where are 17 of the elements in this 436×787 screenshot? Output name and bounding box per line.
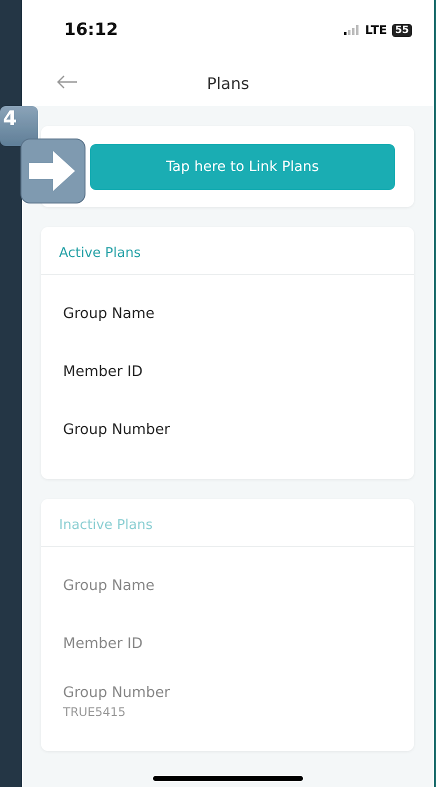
field-value: TRUE5415 (63, 705, 127, 719)
status-time: 16:12 (64, 20, 118, 40)
field-label: Group Number (63, 685, 172, 701)
field-label: Group Name (63, 306, 156, 322)
back-arrow-icon[interactable] (56, 75, 78, 89)
screen-title: Plans (206, 74, 250, 92)
field-label: Member ID (63, 636, 144, 652)
signal-icon (344, 25, 360, 35)
step-badge: 4 (0, 106, 38, 146)
network-label: LTE (365, 23, 388, 37)
field-label: Group Name (63, 578, 156, 594)
link-plans-button[interactable]: Tap here to Link Plans (90, 144, 395, 190)
field-label: Member ID (63, 364, 144, 380)
field-label: Group Number (63, 422, 172, 438)
battery-level: 55 (392, 24, 412, 36)
section-title: Active Plans (59, 245, 141, 261)
section-title: Inactive Plans (59, 517, 153, 533)
